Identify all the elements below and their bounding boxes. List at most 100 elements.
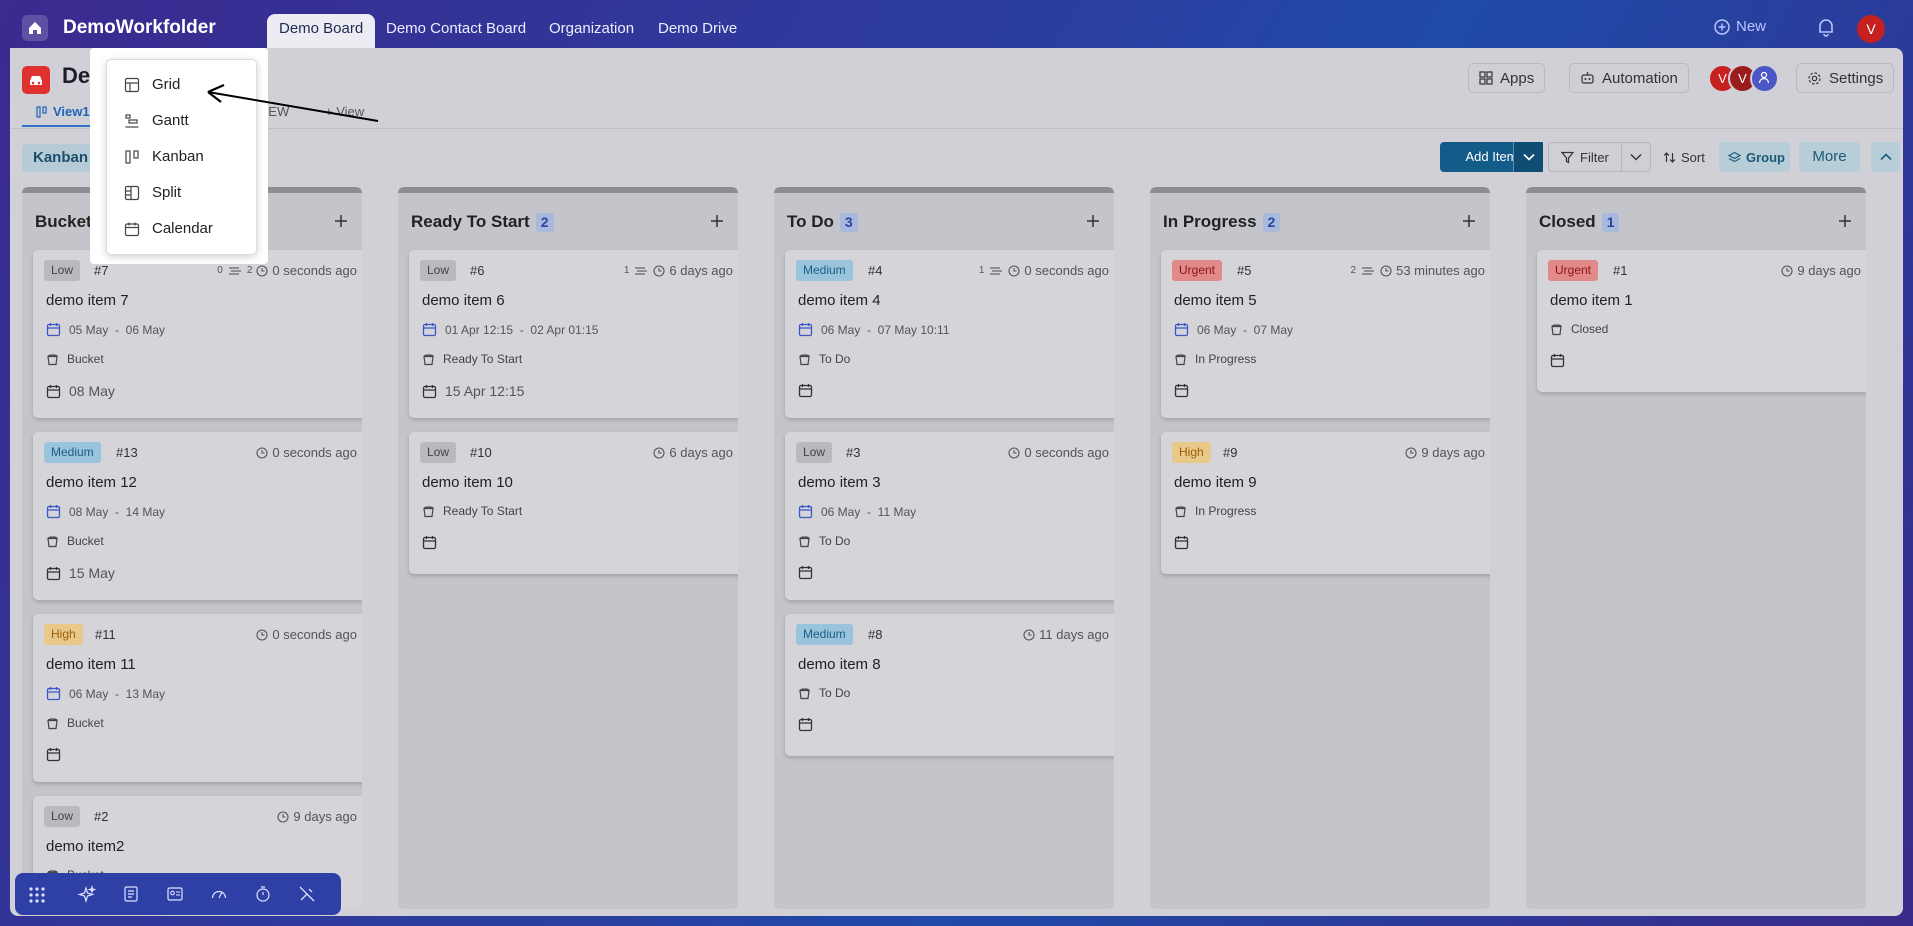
sort-button[interactable]: Sort xyxy=(1663,142,1705,172)
card-id: #13 xyxy=(116,445,138,460)
group-label: Group xyxy=(1746,149,1785,165)
column-count: 3 xyxy=(839,212,858,232)
kanban-column: Bucket5Low#7020 seconds agodemo item 705… xyxy=(22,187,362,909)
task-card[interactable]: High #11 0 seconds ago demo item 11 06 May -… xyxy=(33,614,362,782)
tab-demo-drive[interactable]: Demo Drive xyxy=(646,14,749,48)
card-status: In Progress xyxy=(1174,352,1256,366)
gear-icon xyxy=(1808,71,1821,85)
new-button[interactable]: New xyxy=(1714,18,1766,35)
card-dates: 06 May - 07 May xyxy=(1174,322,1293,337)
filter-button[interactable]: Filter xyxy=(1548,142,1622,172)
apps-button[interactable]: Apps xyxy=(1468,63,1546,93)
menu-item-label: Kanban xyxy=(152,148,204,165)
tab-demo-contact-board[interactable]: Demo Contact Board xyxy=(374,14,538,48)
card-time: 9 days ago xyxy=(1421,445,1485,460)
date-range: 06 May - 11 May xyxy=(821,504,917,519)
home-icon xyxy=(29,22,41,34)
column-title: To Do xyxy=(787,212,834,231)
card-id: #2 xyxy=(94,809,109,824)
automation-button[interactable]: Automation xyxy=(1569,63,1689,93)
card-id: #10 xyxy=(470,445,492,460)
card-id: #6 xyxy=(470,263,485,278)
card-due-date[interactable] xyxy=(422,535,445,550)
task-card[interactable]: Medium #13 0 seconds ago demo item 12 08 May… xyxy=(33,432,362,600)
tools-button[interactable] xyxy=(298,885,316,908)
tab-organization[interactable]: Organization xyxy=(537,14,646,48)
calendar-icon xyxy=(1174,323,1189,337)
column-add-button[interactable] xyxy=(334,210,348,232)
filter-dropdown[interactable] xyxy=(1622,142,1651,172)
add-member-avatar[interactable] xyxy=(1750,64,1779,93)
subtasks-icon xyxy=(1362,266,1375,275)
card-due-date[interactable] xyxy=(1174,535,1197,550)
timer-button[interactable] xyxy=(254,885,272,908)
tab-demo-board[interactable]: Demo Board xyxy=(267,14,376,48)
calendar-icon xyxy=(798,323,813,337)
kanban-view-icon xyxy=(36,105,47,118)
view-type-chip[interactable]: Kanban xyxy=(22,144,100,172)
column-add-button[interactable] xyxy=(1086,210,1100,232)
card-meta: 0 2 0 seconds ago xyxy=(217,263,357,278)
chevron-down-icon xyxy=(1630,154,1642,161)
kanban-column: To Do 3 Medium #4 1 0 seconds ago demo item 4 0… xyxy=(774,187,1114,909)
card-due-date[interactable] xyxy=(1550,353,1573,368)
date-range: 05 May - 06 May xyxy=(69,322,166,337)
calendar-icon xyxy=(422,384,437,398)
notifications-button[interactable] xyxy=(1815,16,1837,43)
column-add-button[interactable] xyxy=(710,210,724,232)
clock-icon xyxy=(256,446,268,459)
task-card[interactable]: Low #7 0 2 0 seconds ago demo item 7 05 May - … xyxy=(33,250,362,418)
user-avatar[interactable]: V xyxy=(1857,15,1885,43)
menu-item-kanban[interactable]: Kanban xyxy=(124,148,204,165)
task-card[interactable]: Medium #8 11 days ago demo item 8 To Do xyxy=(785,614,1114,756)
card-time: 11 days ago xyxy=(1039,627,1109,642)
card-due-date[interactable] xyxy=(798,717,821,732)
menu-item-gantt[interactable]: Gantt xyxy=(124,112,189,129)
card-due-date[interactable]: 15 May xyxy=(46,565,115,581)
menu-item-grid[interactable]: Grid xyxy=(124,76,180,93)
task-card[interactable]: Urgent #5 2 53 minutes ago demo item 5 06 May… xyxy=(1161,250,1490,418)
card-due-date[interactable] xyxy=(798,383,821,398)
more-button[interactable]: More xyxy=(1799,142,1860,172)
dashboard-button[interactable] xyxy=(210,885,228,908)
task-card[interactable]: Low #10 6 days ago demo item 10 Ready To Sta… xyxy=(409,432,738,574)
status-label: Closed xyxy=(1571,322,1609,336)
ai-button[interactable] xyxy=(77,884,97,910)
priority-badge: Medium xyxy=(796,260,853,281)
notes-button[interactable] xyxy=(122,885,140,908)
add-view-button[interactable]: + View xyxy=(325,104,364,119)
task-card[interactable]: Low #6 1 6 days ago demo item 6 01 Apr 12:15 … xyxy=(409,250,738,418)
column-add-button[interactable] xyxy=(1462,210,1476,232)
card-due-date[interactable] xyxy=(798,565,821,580)
contacts-button[interactable] xyxy=(166,885,184,908)
group-button[interactable]: Group xyxy=(1719,142,1790,172)
card-title: demo item 5 xyxy=(1174,292,1257,309)
priority-badge: High xyxy=(44,624,83,645)
task-card[interactable]: Low #3 0 seconds ago demo item 3 06 May - 11… xyxy=(785,432,1114,600)
card-due-date[interactable] xyxy=(46,747,69,762)
bucket-icon xyxy=(47,535,58,547)
home-button[interactable] xyxy=(22,15,48,41)
task-card[interactable]: High #9 9 days ago demo item 9 In Progress xyxy=(1161,432,1490,574)
app-title: DemoWorkfolder xyxy=(63,17,216,38)
apps-grid-button[interactable] xyxy=(27,885,47,910)
settings-button[interactable]: Settings xyxy=(1796,63,1895,93)
card-due-date[interactable] xyxy=(1174,383,1197,398)
card-title: demo item 3 xyxy=(798,474,881,491)
menu-item-label: Split xyxy=(152,184,182,201)
menu-item-split[interactable]: Split xyxy=(124,184,181,201)
card-title: demo item 7 xyxy=(46,292,129,309)
date-range: 06 May - 07 May xyxy=(1197,322,1294,337)
view-tab-view1[interactable]: View1 xyxy=(22,104,96,127)
task-card[interactable]: Urgent #1 9 days ago demo item 1 Closed xyxy=(1537,250,1866,392)
card-due-date[interactable]: 08 May xyxy=(46,383,115,399)
task-card[interactable]: Medium #4 1 0 seconds ago demo item 4 06 May … xyxy=(785,250,1114,418)
card-dates: 08 May - 14 May xyxy=(46,504,165,519)
column-add-button[interactable] xyxy=(1838,210,1852,232)
menu-item-calendar[interactable]: Calendar xyxy=(124,220,213,237)
card-due-date[interactable]: 15 Apr 12:15 xyxy=(422,383,524,399)
collapse-button[interactable] xyxy=(1871,142,1900,172)
add-item-dropdown[interactable] xyxy=(1513,142,1543,172)
calendar-icon xyxy=(46,323,61,337)
card-time: 0 seconds ago xyxy=(272,263,357,278)
